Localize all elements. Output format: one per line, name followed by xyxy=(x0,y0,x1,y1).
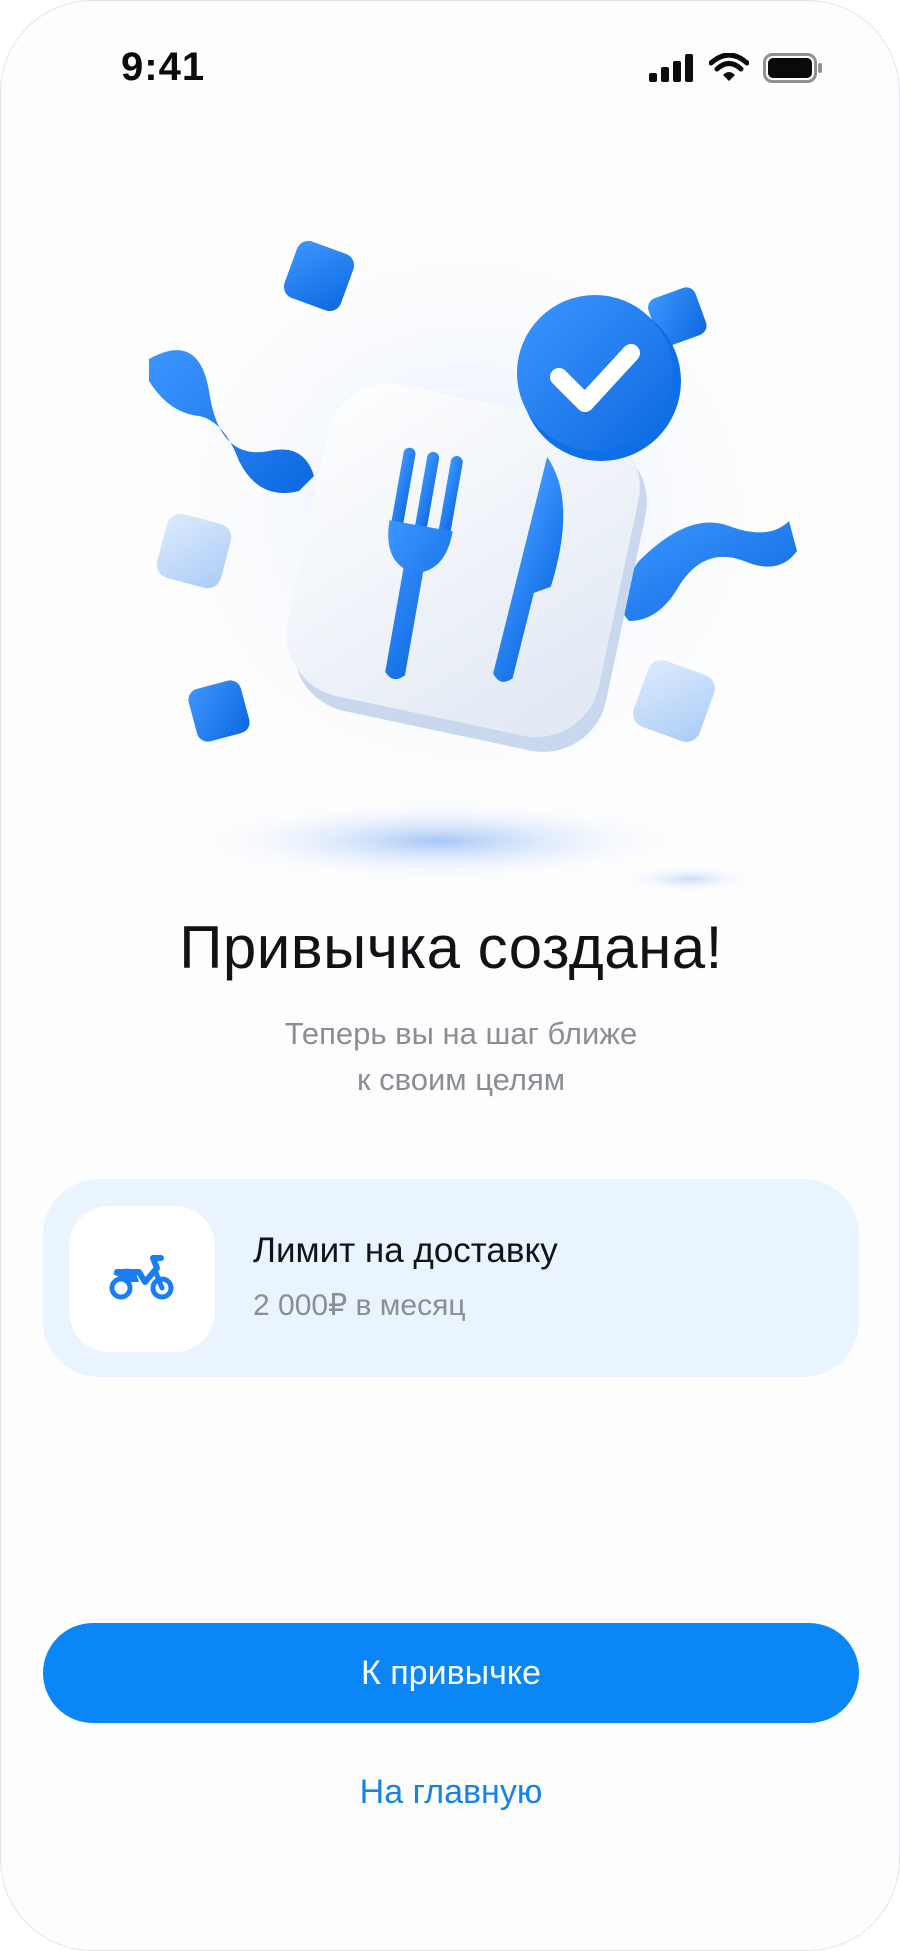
motorcycle-icon xyxy=(109,1252,175,1307)
hero-illustration xyxy=(89,131,865,951)
habit-card: Лимит на доставку 2 000₽ в месяц xyxy=(43,1179,859,1377)
battery-icon xyxy=(763,53,823,83)
go-home-link[interactable]: На главную xyxy=(1,1773,899,1812)
page-subtitle: Теперь вы на шаг ближе к своим целям xyxy=(1,1011,899,1103)
cellular-signal-icon xyxy=(649,54,695,82)
page-title: Привычка создана! xyxy=(179,914,723,981)
status-bar: 9:41 xyxy=(1,1,899,121)
wifi-icon xyxy=(709,53,749,83)
habit-subtitle: 2 000₽ в месяц xyxy=(253,1289,466,1322)
habit-title: Лимит на доставку xyxy=(253,1231,558,1270)
go-to-habit-button[interactable]: К привычке xyxy=(43,1623,859,1723)
subtitle-line-2: к своим целям xyxy=(356,1062,566,1097)
subtitle-line-1: Теперь вы на шаг ближе xyxy=(284,1016,638,1051)
habit-icon-box xyxy=(69,1206,215,1352)
phone-frame: 9:41 Привычка создана! Теперь вы на шаг … xyxy=(0,0,900,1951)
status-time: 9:41 xyxy=(121,45,206,89)
status-icons xyxy=(649,53,823,83)
